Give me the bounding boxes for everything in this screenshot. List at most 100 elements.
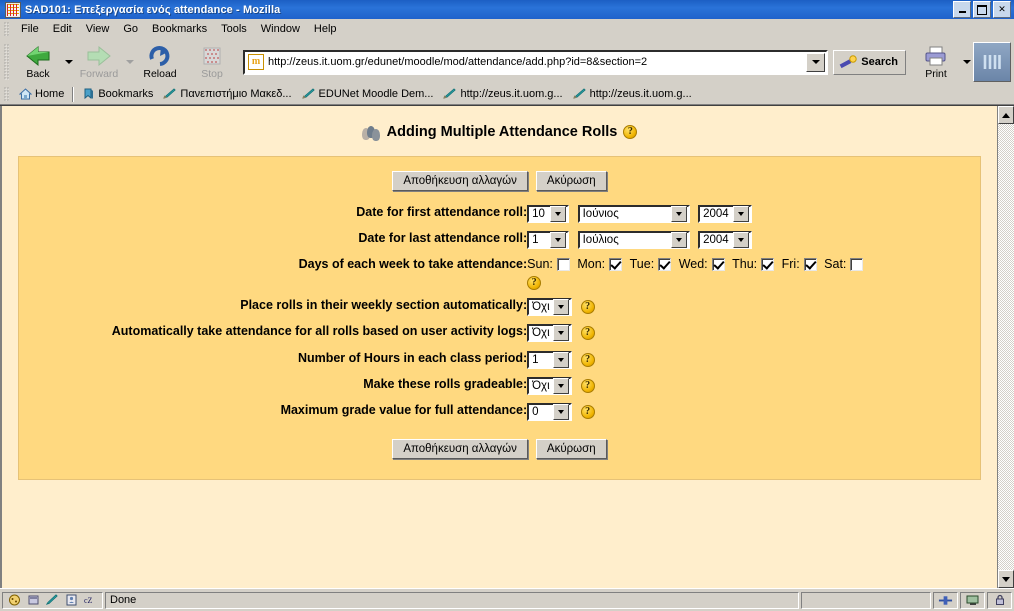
last-date-year-select[interactable]: 2004 [698,231,753,250]
day-sun-checkbox[interactable] [556,257,570,271]
cookie-icon[interactable] [7,593,22,607]
bookmark-home[interactable]: Home [14,87,69,101]
help-icon[interactable]: ? [580,405,595,420]
last-date-day-select[interactable]: 1 [527,231,570,250]
weekly-section-select[interactable]: Όχι [527,298,573,317]
row-gradeable: Make these rolls gradeable: Όχι ? [38,373,961,399]
help-icon[interactable]: ? [580,300,595,315]
bookmark-zeus-1[interactable]: http://zeus.it.uom.g... [438,87,567,101]
menu-edit[interactable]: Edit [46,21,79,37]
menu-tools[interactable]: Tools [214,21,254,37]
auto-attendance-select[interactable]: Όχι [527,324,573,343]
edit-pencil-icon[interactable] [45,593,60,607]
url-bar[interactable]: m http://zeus.it.uom.gr/edunet/moodle/mo… [243,49,829,75]
cancel-button-top[interactable]: Ακύρωση [535,171,607,191]
security-icon[interactable] [26,593,41,607]
help-icon[interactable]: ? [580,352,595,367]
scroll-up-button[interactable] [998,106,1014,124]
menu-grip[interactable] [4,22,9,36]
status-offline-icon-panel[interactable] [960,591,985,609]
web-page: Adding Multiple Attendance Rolls ? Αποθή… [0,106,997,588]
last-date-month-select[interactable]: Ιούλιος [577,231,690,250]
bookmark-icon [443,88,457,100]
help-icon[interactable]: ? [580,378,595,393]
day-mon-checkbox[interactable] [609,257,623,271]
navigation-toolbar: Back Forward Reload Stop m http://zeus.i… [0,40,1014,84]
day-tue-checkbox[interactable] [658,257,672,271]
first-date-month-value: Ιούνιος [582,208,619,220]
day-mon: Mon: [577,257,623,271]
bookmark-uom-label: Πανεπιστήμιο Μακεδ... [180,88,292,100]
bookmarks-grip[interactable] [4,87,9,101]
menu-help[interactable]: Help [307,21,344,37]
forward-dropdown[interactable] [125,41,134,83]
help-icon[interactable]: ? [623,125,638,139]
bookmarks-icon [82,88,95,100]
forward-button[interactable]: Forward [73,41,125,83]
toolbar-grip[interactable] [4,44,9,80]
save-button-bottom[interactable]: Αποθήκευση αλλαγών [392,439,528,460]
day-sat-checkbox[interactable] [850,257,864,271]
form-table: Date for first attendance roll: 10 Ιούνι… [38,201,961,425]
print-dropdown[interactable] [962,41,971,83]
back-label: Back [26,68,50,80]
bookmark-zeus-2[interactable]: http://zeus.it.uom.g... [568,87,697,101]
weekly-section-fields: Όχι ? [527,294,961,320]
stop-button[interactable]: Stop [186,41,238,83]
gradeable-select[interactable]: Όχι [527,376,573,395]
day-fri: Fri: [782,257,817,271]
status-progress-panel [801,591,931,609]
chevron-down-icon [553,351,570,368]
hours-select[interactable]: 1 [527,350,573,369]
hours-value: 1 [532,353,539,366]
maximize-button[interactable] [973,1,991,18]
menu-file[interactable]: File [14,21,46,37]
menu-view[interactable]: View [79,21,117,37]
minimize-button[interactable] [953,1,971,18]
composer-icon[interactable]: cZ [83,593,98,607]
scrollbar-track[interactable] [998,124,1014,570]
reload-button[interactable]: Reload [134,41,186,83]
menu-bookmarks[interactable]: Bookmarks [145,21,214,37]
cancel-button-bottom[interactable]: Ακύρωση [535,439,607,460]
hours-label: Number of Hours in each class period: [297,350,528,365]
vertical-scrollbar[interactable] [997,106,1014,588]
printer-icon [923,44,949,68]
scroll-down-button[interactable] [998,570,1014,588]
bookmark-bookmarks[interactable]: Bookmarks [77,87,158,101]
search-button[interactable]: Search [833,49,906,75]
menu-window[interactable]: Window [254,21,307,37]
day-thu-checkbox[interactable] [761,257,775,271]
day-sat: Sat: [824,257,864,271]
day-fri-checkbox[interactable] [803,257,817,271]
menu-go[interactable]: Go [116,21,145,37]
back-button[interactable]: Back [12,41,64,83]
first-date-year-select[interactable]: 2004 [698,205,753,223]
save-button-top[interactable]: Αποθήκευση αλλαγών [392,171,528,191]
print-button[interactable]: Print [910,41,962,83]
day-wed-checkbox[interactable] [711,257,725,271]
chevron-down-icon [550,206,567,222]
help-icon[interactable]: ? [527,276,542,291]
day-wed: Wed: [679,257,725,271]
first-date-month-select[interactable]: Ιούνιος [577,205,690,223]
help-icon[interactable]: ? [580,326,595,341]
auto-attendance-label: Automatically take attendance for all ro… [111,324,528,339]
people-icon [361,125,381,141]
status-bar: cZ Done [0,588,1014,611]
max-grade-select[interactable]: 0 [527,403,573,422]
mozilla-logo-button[interactable] [973,42,1011,82]
gradeable-label: Make these rolls gradeable: [363,376,528,391]
close-button[interactable]: ✕ [993,1,1011,18]
bookmark-edunet[interactable]: EDUNet Moodle Dem... [297,87,439,101]
url-dropdown-button[interactable] [806,52,826,72]
back-dropdown[interactable] [64,41,73,83]
status-lock-icon-panel[interactable] [987,591,1012,609]
first-date-day-select[interactable]: 10 [527,205,570,223]
url-input[interactable]: http://zeus.it.uom.gr/edunet/moodle/mod/… [268,56,806,68]
address-book-icon[interactable] [64,593,79,607]
hours-fields: 1 ? [527,347,961,373]
status-connection-icon-panel[interactable] [933,591,958,609]
chevron-down-icon [553,377,570,394]
bookmark-uom[interactable]: Πανεπιστήμιο Μακεδ... [158,87,296,101]
